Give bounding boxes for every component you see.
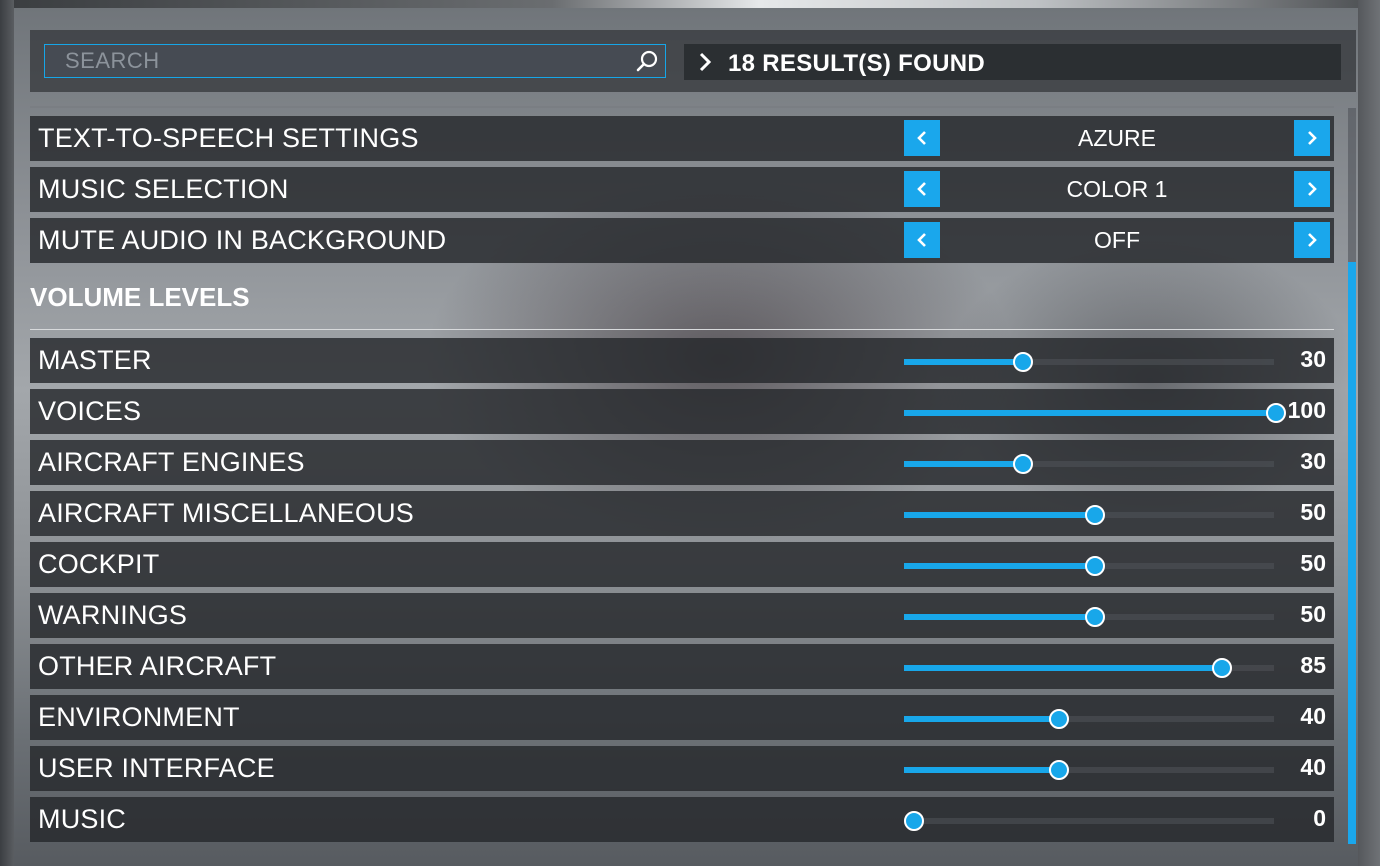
volume-slider[interactable] — [904, 760, 1274, 780]
volume-slider[interactable] — [904, 607, 1274, 627]
slider-label: VOICES — [38, 396, 142, 426]
volume-slider[interactable] — [904, 556, 1274, 576]
slider-thumb[interactable] — [1266, 403, 1286, 423]
search-icon[interactable] — [635, 49, 659, 73]
slider-thumb[interactable] — [1013, 454, 1033, 474]
option-row-text-to-speech: TEXT-TO-SPEECH SETTINGS AZURE — [30, 116, 1334, 161]
next-option-button[interactable] — [1294, 171, 1330, 207]
chevron-right-icon — [1308, 182, 1317, 196]
scrollbar[interactable] — [1348, 108, 1356, 844]
option-label: MUSIC SELECTION — [38, 174, 289, 204]
slider-value: 30 — [1300, 448, 1326, 474]
search-input[interactable] — [45, 45, 625, 77]
chevron-right-icon — [698, 52, 712, 72]
window-top-frame — [0, 0, 1380, 8]
slider-label: USER INTERFACE — [38, 753, 275, 783]
volume-slider[interactable] — [904, 505, 1274, 525]
slider-thumb[interactable] — [904, 811, 924, 831]
slider-label: WARNINGS — [38, 600, 188, 630]
chevron-left-icon — [917, 233, 926, 247]
volume-slider[interactable] — [904, 658, 1274, 678]
slider-fill — [904, 665, 1221, 671]
slider-row-music: MUSIC 0 — [30, 797, 1334, 842]
slider-label: ENVIRONMENT — [38, 702, 240, 732]
slider-row-other-aircraft: OTHER AIRCRAFT 85 — [30, 644, 1334, 689]
slider-thumb[interactable] — [1212, 658, 1232, 678]
slider-fill — [904, 716, 1058, 722]
slider-row-voices: VOICES 100 — [30, 389, 1334, 434]
slider-label: COCKPIT — [38, 549, 160, 579]
option-value: OFF — [1094, 227, 1140, 253]
volume-slider[interactable] — [904, 352, 1274, 372]
slider-value: 100 — [1287, 397, 1326, 423]
slider-label: AIRCRAFT MISCELLANEOUS — [38, 498, 414, 528]
slider-thumb[interactable] — [1049, 760, 1069, 780]
slider-label: OTHER AIRCRAFT — [38, 651, 277, 681]
slider-fill — [904, 461, 1022, 467]
option-row-mute-audio: MUTE AUDIO IN BACKGROUND OFF — [30, 218, 1334, 263]
volume-slider[interactable] — [904, 454, 1274, 474]
slider-fill — [904, 563, 1094, 569]
settings-list: TEXT-TO-SPEECH SETTINGS AZURE MUSIC SELE… — [30, 108, 1340, 848]
slider-value: 50 — [1300, 499, 1326, 525]
option-value: COLOR 1 — [1066, 176, 1168, 202]
next-option-button[interactable] — [1294, 120, 1330, 156]
previous-option-button[interactable] — [904, 120, 940, 156]
slider-value: 40 — [1300, 754, 1326, 780]
search-box[interactable] — [44, 44, 666, 78]
slider-row-environment: ENVIRONMENT 40 — [30, 695, 1334, 740]
slider-row-master: MASTER 30 — [30, 338, 1334, 383]
slider-value: 85 — [1300, 652, 1326, 678]
slider-thumb[interactable] — [1049, 709, 1069, 729]
window-right-frame — [1358, 0, 1380, 866]
chevron-right-icon — [1308, 233, 1317, 247]
slider-label: MASTER — [38, 345, 152, 375]
slider-row-warnings: WARNINGS 50 — [30, 593, 1334, 638]
slider-thumb[interactable] — [1085, 607, 1105, 627]
next-option-button[interactable] — [1294, 222, 1330, 258]
volume-slider[interactable] — [904, 709, 1274, 729]
window-left-frame — [0, 0, 14, 866]
slider-fill — [904, 359, 1022, 365]
slider-label: MUSIC — [38, 804, 126, 834]
scrollbar-thumb[interactable] — [1348, 262, 1356, 844]
slider-value: 50 — [1300, 601, 1326, 627]
slider-row-aircraft-engines: AIRCRAFT ENGINES 30 — [30, 440, 1334, 485]
results-bar: 18 RESULT(S) FOUND — [684, 44, 1341, 80]
option-row-music-selection: MUSIC SELECTION COLOR 1 — [30, 167, 1334, 212]
option-label: TEXT-TO-SPEECH SETTINGS — [38, 123, 419, 153]
previous-option-button[interactable] — [904, 171, 940, 207]
slider-value: 30 — [1300, 346, 1326, 372]
slider-thumb[interactable] — [1013, 352, 1033, 372]
slider-value: 40 — [1300, 703, 1326, 729]
slider-fill — [904, 767, 1058, 773]
section-divider — [30, 329, 1334, 330]
slider-value: 0 — [1313, 805, 1326, 831]
slider-thumb[interactable] — [1085, 556, 1105, 576]
slider-fill — [904, 512, 1094, 518]
section-title-volume-levels: VOLUME LEVELS — [30, 282, 250, 312]
volume-slider[interactable] — [904, 811, 1274, 831]
slider-fill — [904, 614, 1094, 620]
slider-value: 50 — [1300, 550, 1326, 576]
slider-fill — [904, 410, 1275, 416]
slider-row-cockpit: COCKPIT 50 — [30, 542, 1334, 587]
option-value: AZURE — [1078, 125, 1156, 151]
volume-slider[interactable] — [904, 403, 1286, 423]
chevron-left-icon — [917, 131, 926, 145]
slider-label: AIRCRAFT ENGINES — [38, 447, 305, 477]
chevron-right-icon — [1308, 131, 1317, 145]
slider-track[interactable] — [904, 818, 1274, 824]
option-label: MUTE AUDIO IN BACKGROUND — [38, 225, 447, 255]
chevron-left-icon — [917, 182, 926, 196]
slider-row-user-interface: USER INTERFACE 40 — [30, 746, 1334, 791]
results-count: 18 RESULT(S) FOUND — [728, 50, 985, 77]
previous-option-button[interactable] — [904, 222, 940, 258]
slider-thumb[interactable] — [1085, 505, 1105, 525]
slider-row-aircraft-miscellaneous: AIRCRAFT MISCELLANEOUS 50 — [30, 491, 1334, 536]
